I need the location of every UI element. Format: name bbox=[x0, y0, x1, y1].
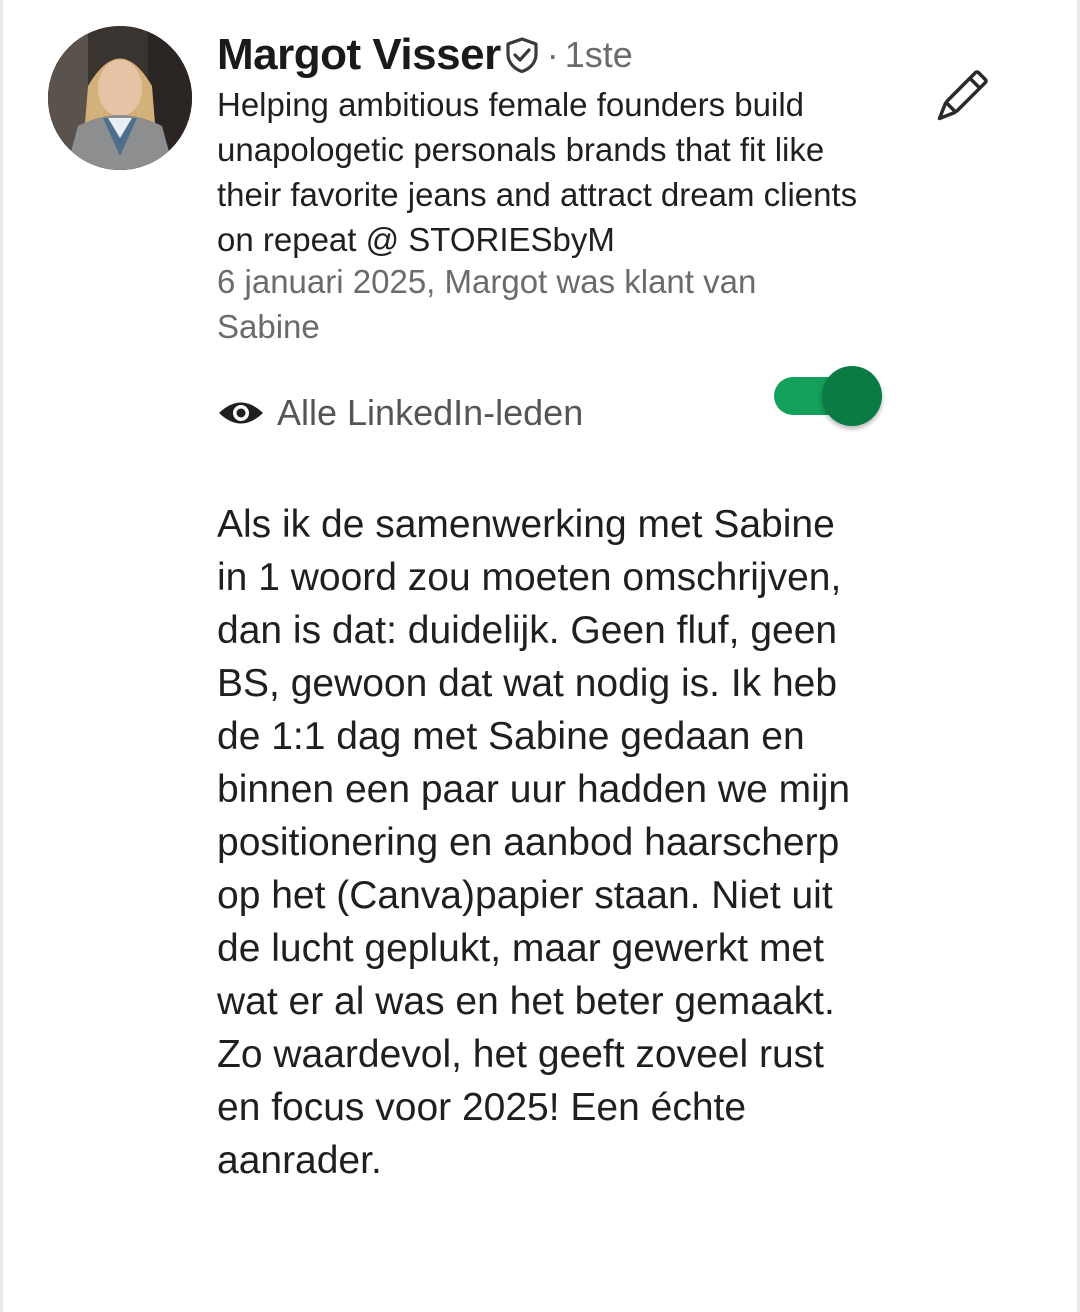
verified-shield-icon bbox=[503, 36, 541, 74]
edit-button[interactable] bbox=[920, 62, 1000, 134]
visibility-setting: Alle LinkedIn-leden bbox=[217, 388, 583, 438]
connection-degree: 1ste bbox=[564, 34, 633, 75]
author-headline: Helping ambitious female founders build … bbox=[217, 86, 858, 258]
recommendation-meta: 6 januari 2025, Margot was klant van Sab… bbox=[217, 263, 757, 345]
visibility-label: Alle LinkedIn-leden bbox=[277, 392, 584, 433]
eye-icon bbox=[217, 398, 265, 428]
degree-separator: · bbox=[546, 34, 559, 75]
visibility-toggle[interactable] bbox=[774, 366, 884, 426]
avatar[interactable] bbox=[48, 26, 192, 170]
toggle-knob bbox=[822, 366, 882, 426]
author-header: Margot Visser · 1ste bbox=[217, 30, 633, 80]
pencil-icon bbox=[937, 70, 988, 121]
avatar-photo bbox=[48, 26, 192, 170]
left-border bbox=[0, 0, 3, 1312]
recommendation-text: Als ik de samenwerking met Sabine in 1 w… bbox=[217, 503, 851, 1182]
author-name[interactable]: Margot Visser bbox=[217, 30, 501, 80]
